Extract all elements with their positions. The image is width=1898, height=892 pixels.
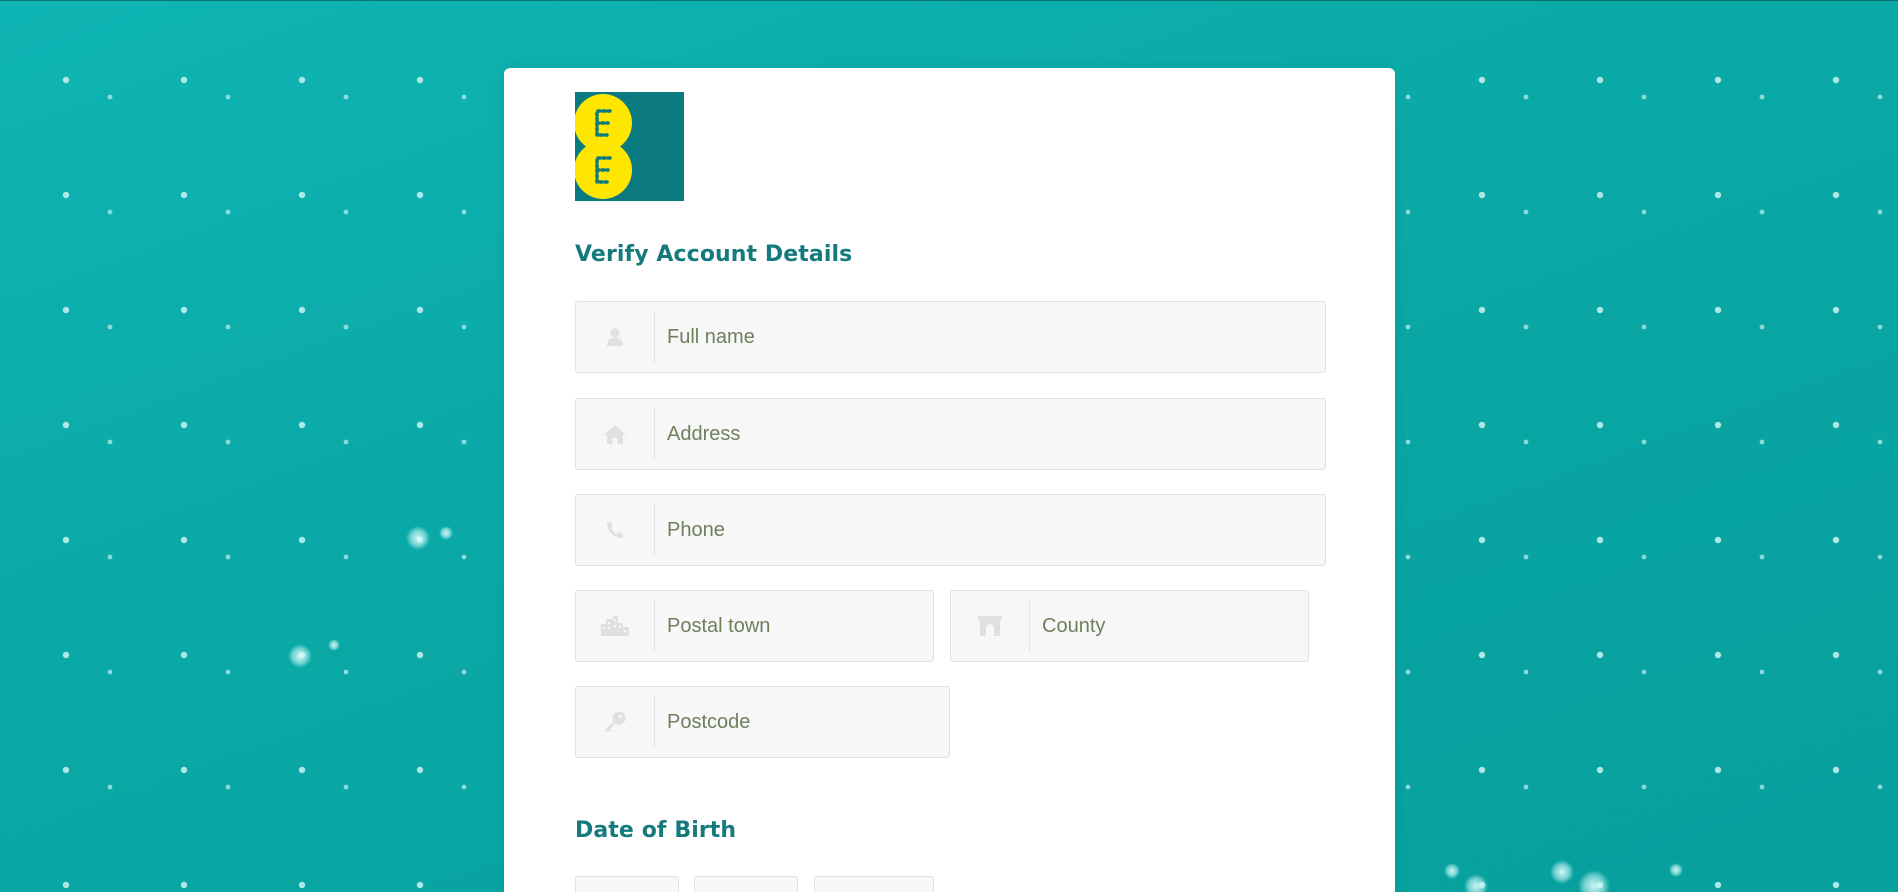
archway-icon: [951, 591, 1029, 661]
city-icon: [576, 591, 654, 661]
phone-icon: [576, 495, 654, 565]
full-name-input[interactable]: [655, 302, 1325, 372]
user-icon: [576, 302, 654, 372]
verify-form-card: Verify Account Details Full name Address…: [504, 68, 1395, 892]
dob-year-select[interactable]: [814, 876, 934, 892]
address-input[interactable]: [655, 399, 1325, 469]
top-border: [0, 0, 1898, 1]
postal-town-field[interactable]: [575, 590, 934, 662]
postcode-field[interactable]: [575, 686, 950, 758]
postcode-input[interactable]: [655, 687, 949, 757]
ee-logo: [575, 92, 684, 201]
key-icon: [576, 687, 654, 757]
home-icon: [576, 399, 654, 469]
address-field[interactable]: [575, 398, 1326, 470]
dob-title: Date of Birth: [575, 818, 737, 843]
phone-input[interactable]: [655, 495, 1325, 565]
county-field[interactable]: [950, 590, 1309, 662]
postal-town-input[interactable]: [655, 591, 933, 661]
full-name-field[interactable]: [575, 301, 1326, 373]
county-input[interactable]: [1030, 591, 1308, 661]
form-title: Verify Account Details: [575, 242, 853, 267]
dob-month-select[interactable]: [694, 876, 798, 892]
dob-day-select[interactable]: [575, 876, 679, 892]
phone-field[interactable]: [575, 494, 1326, 566]
